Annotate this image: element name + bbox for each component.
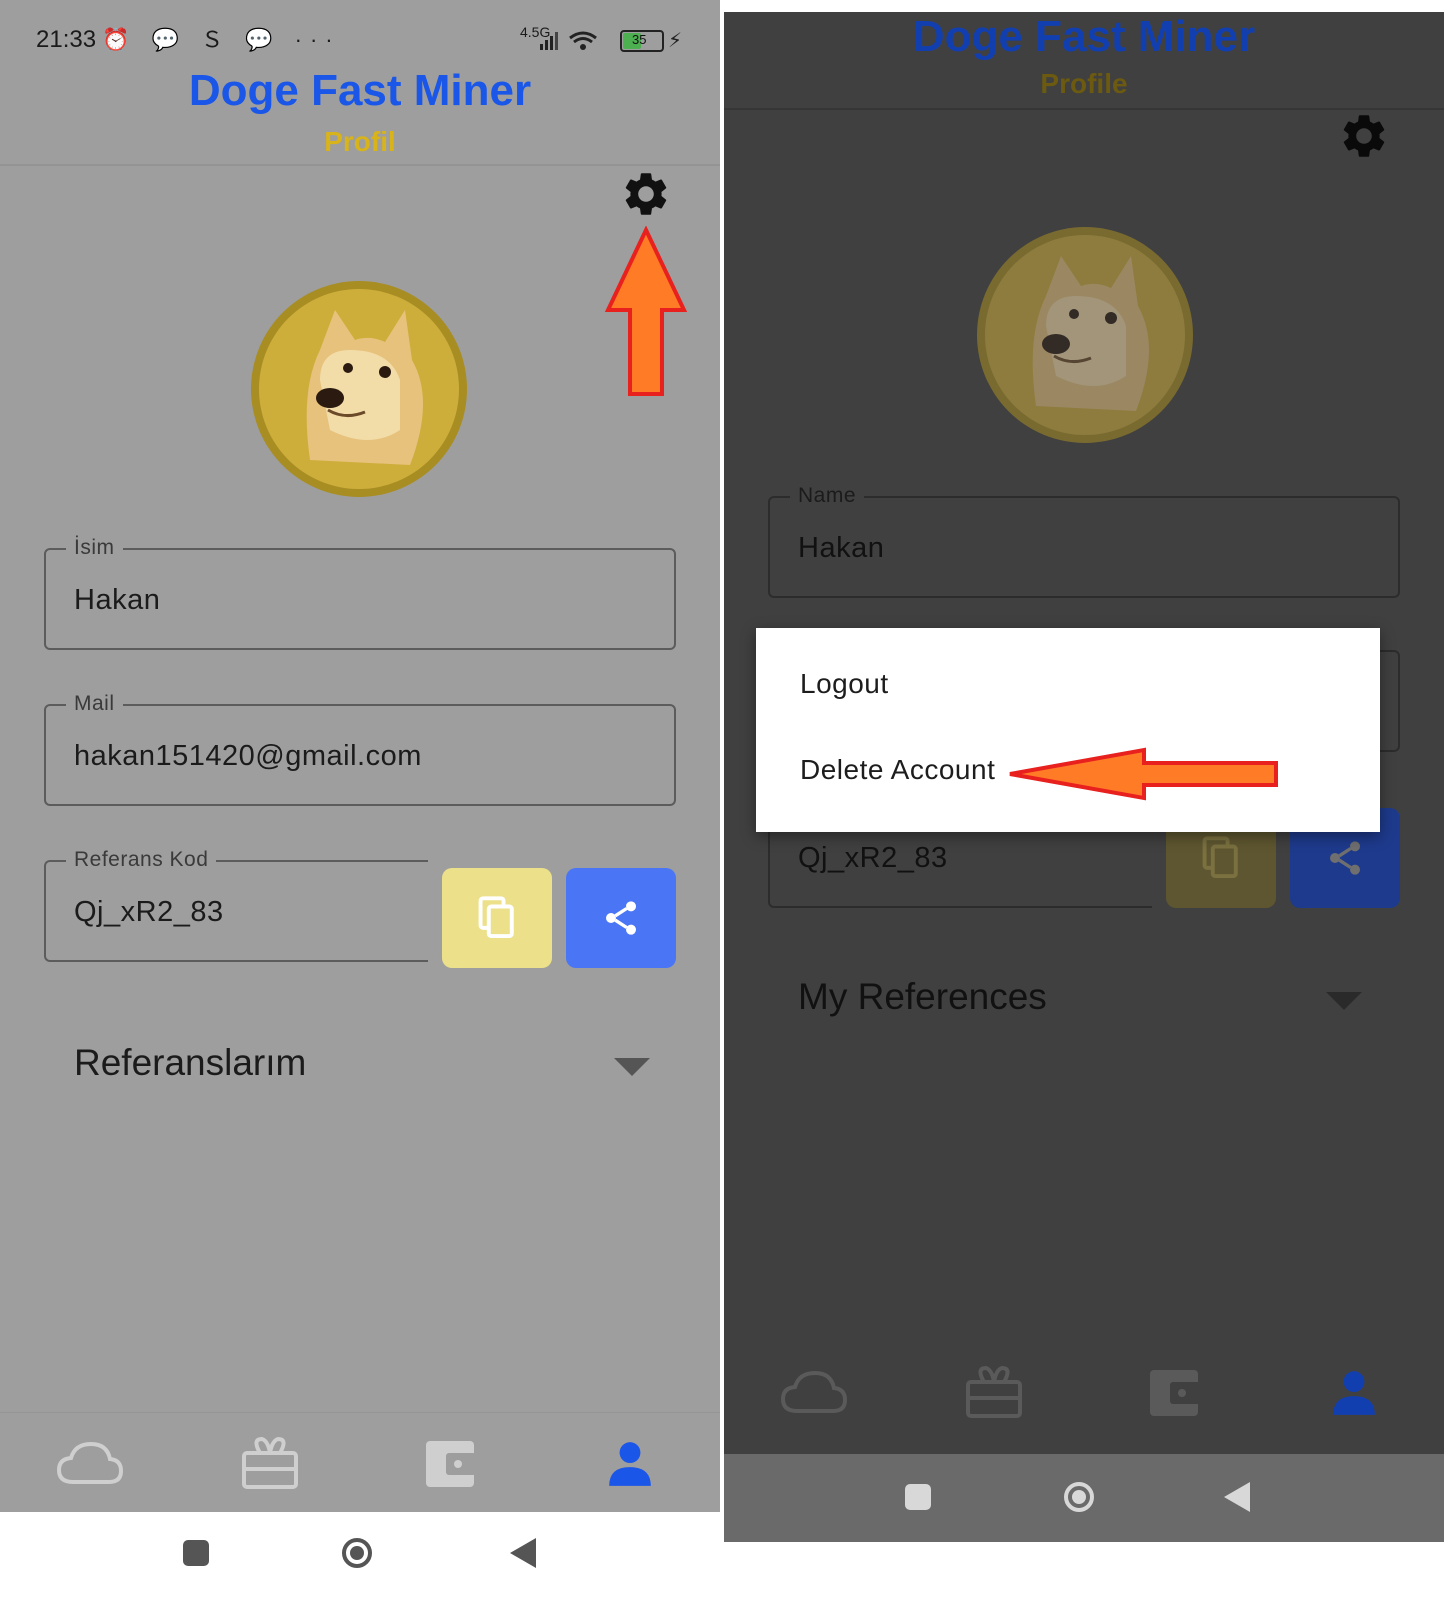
- system-nav-bar: [0, 1512, 720, 1600]
- app-title: Doge Fast Miner: [912, 12, 1256, 61]
- referral-field-value: Qj_xR2_83: [798, 842, 948, 874]
- name-field-value: Hakan: [74, 584, 161, 616]
- person-icon: [609, 1442, 651, 1486]
- recents-button[interactable]: [183, 1540, 209, 1566]
- doge-coin-avatar: [251, 281, 467, 497]
- mail-field[interactable]: Mail hakan151420@gmail.com: [44, 692, 676, 806]
- copy-icon: [478, 896, 514, 939]
- status-bar: 21:33 ⏰ 💬 Ｓ 💬 ··· 4.5G 35 ⚡: [0, 0, 720, 70]
- doge-coin-avatar: [977, 227, 1193, 443]
- nav-cloud[interactable]: [724, 1342, 904, 1442]
- bottom-nav: [724, 1342, 1444, 1442]
- references-expander-title[interactable]: Referanslarım: [74, 1042, 306, 1084]
- gift-icon: [966, 1365, 1022, 1418]
- bottom-nav: [0, 1412, 720, 1513]
- gift-icon: [242, 1436, 298, 1489]
- mail-field-label: Mail: [66, 692, 123, 716]
- nav-gift[interactable]: [180, 1413, 360, 1513]
- nav-wallet[interactable]: [1084, 1342, 1264, 1442]
- referral-code-field[interactable]: Referans Kod Qj_xR2_83: [44, 848, 428, 962]
- name-field[interactable]: Name Hakan: [768, 484, 1400, 598]
- app-title: Doge Fast Miner: [188, 66, 532, 115]
- gear-icon[interactable]: [1338, 110, 1390, 162]
- nav-profile[interactable]: [540, 1413, 720, 1513]
- battery-icon: 35: [620, 30, 664, 52]
- wallet-icon: [426, 1441, 476, 1487]
- home-button[interactable]: [342, 1538, 372, 1568]
- right-screenshot: Doge Fast Miner Profile Name Hakan Qj_xR…: [724, 12, 1444, 1542]
- share-icon: [1330, 841, 1360, 875]
- header-divider: [724, 108, 1444, 110]
- battery-level: 35: [632, 32, 647, 47]
- chevron-down-icon[interactable]: [1326, 992, 1362, 1010]
- recents-button[interactable]: [905, 1484, 931, 1510]
- person-icon: [1333, 1371, 1375, 1415]
- mail-field-value: hakan151420@gmail.com: [74, 740, 422, 772]
- avatar: [976, 226, 1194, 444]
- notification-icons: ⏰ 💬 Ｓ 💬 ···: [102, 27, 341, 52]
- home-button[interactable]: [1064, 1482, 1094, 1512]
- wallet-icon: [1150, 1370, 1200, 1416]
- left-screenshot: 21:33 ⏰ 💬 Ｓ 💬 ··· 4.5G 35 ⚡ Doge Fast Mi…: [0, 0, 720, 1600]
- nav-wallet[interactable]: [360, 1413, 540, 1513]
- back-button[interactable]: [510, 1538, 536, 1568]
- nav-gift[interactable]: [904, 1342, 1084, 1442]
- header-divider: [0, 164, 720, 166]
- back-button[interactable]: [1224, 1482, 1250, 1512]
- name-field-value: Hakan: [798, 532, 885, 564]
- referral-field-value: Qj_xR2_83: [74, 896, 224, 928]
- name-field[interactable]: İsim Hakan: [44, 536, 676, 650]
- gear-icon[interactable]: [620, 168, 672, 220]
- references-expander-title[interactable]: My References: [798, 976, 1047, 1018]
- system-nav-bar: [724, 1454, 1444, 1542]
- nav-profile[interactable]: [1264, 1342, 1444, 1442]
- signal-wifi-icon: [540, 31, 597, 50]
- name-field-label: İsim: [66, 536, 123, 560]
- copy-button[interactable]: [442, 868, 552, 968]
- share-icon: [606, 901, 636, 935]
- cloud-icon: [780, 1370, 848, 1413]
- annotation-arrow-left: [1009, 747, 1278, 801]
- referral-field-label: Referans Kod: [66, 848, 217, 872]
- profile-screen-dimmed: 21:33 ⏰ 💬 Ｓ 💬 ··· 4.5G 35 ⚡ Doge Fast Mi…: [0, 0, 720, 1513]
- name-field-label: Name: [790, 484, 865, 508]
- chevron-down-icon[interactable]: [614, 1058, 650, 1076]
- nav-cloud[interactable]: [0, 1413, 180, 1513]
- charging-icon: ⚡: [668, 30, 683, 52]
- status-time: 21:33: [36, 26, 97, 53]
- page-subtitle: Profile: [1040, 68, 1128, 99]
- copy-icon: [1202, 836, 1238, 879]
- annotation-arrow-up: [604, 226, 688, 396]
- avatar: [250, 280, 468, 498]
- share-button[interactable]: [566, 868, 676, 968]
- page-subtitle: Profil: [324, 126, 396, 157]
- delete-account-menu-item[interactable]: Delete Account: [800, 754, 995, 786]
- settings-popup-menu: Logout Delete Account: [756, 628, 1380, 832]
- logout-menu-item[interactable]: Logout: [800, 668, 889, 700]
- cloud-icon: [56, 1441, 124, 1484]
